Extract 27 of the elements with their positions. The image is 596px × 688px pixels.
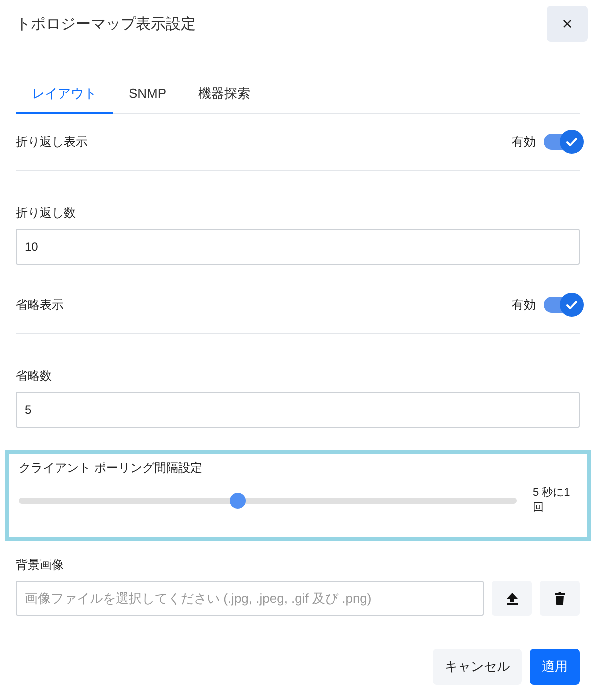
state-label: 有効 [512, 297, 536, 314]
field-label: 折り返し数 [16, 205, 77, 221]
apply-button[interactable]: 適用 [530, 649, 580, 685]
delete-button[interactable] [540, 581, 580, 616]
upload-icon [506, 592, 518, 604]
setting-label: 省略表示 [16, 297, 64, 314]
setting-label: 折り返し表示 [16, 134, 88, 151]
close-button[interactable]: × [547, 6, 588, 42]
field-label: 背景画像 [16, 557, 65, 573]
tab[interactable]: レイアウト [16, 76, 113, 114]
dialog-title: トポロジーマップ表示設定 [16, 15, 196, 35]
slider-reading: 5 秒に1回 [533, 486, 572, 516]
tab[interactable]: 機器探索 [182, 76, 267, 114]
check-icon [565, 135, 579, 149]
upload-button[interactable] [492, 581, 532, 616]
file-field[interactable]: 画像ファイルを選択してください (.jpg, .jpeg, .gif 及び .png) [16, 581, 484, 616]
number-field[interactable]: 10 [16, 229, 580, 265]
slider-thumb[interactable] [230, 493, 246, 510]
slider-track[interactable] [19, 493, 517, 510]
tab[interactable]: SNMP [113, 76, 183, 114]
trash-icon [555, 592, 565, 605]
state-label: 有効 [512, 134, 536, 151]
cancel-button[interactable]: キャンセル [433, 649, 522, 685]
field-label: 省略数 [16, 368, 53, 384]
number-field[interactable]: 5 [16, 392, 580, 428]
check-icon [565, 298, 579, 312]
slider-label: クライアント ポーリング間隔設定 [19, 460, 204, 476]
